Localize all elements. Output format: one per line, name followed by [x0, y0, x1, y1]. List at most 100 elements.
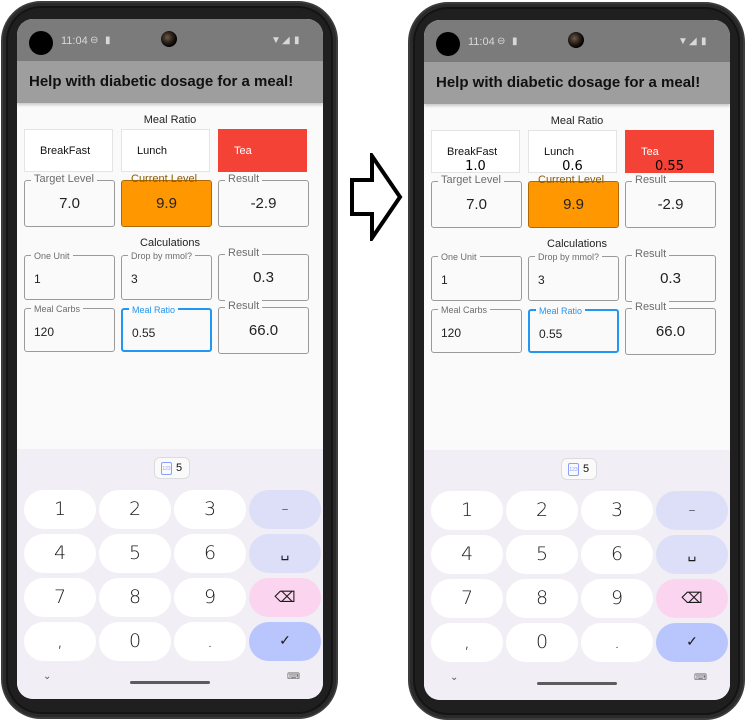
- one-unit-field[interactable]: One Unit 1: [24, 250, 115, 300]
- digit-key-7[interactable]: 7: [24, 578, 96, 617]
- numeric-keyboard: 123 5 1 2 3– 4 5 6 ␣ 7 8 9 ⌫, 0. ✓ ⌄ ⌨: [424, 450, 730, 700]
- field-value: 120: [441, 326, 462, 340]
- digit-key-0[interactable]: 0: [99, 622, 171, 661]
- digit-key-4[interactable]: 4: [24, 534, 96, 573]
- digit-key-7[interactable]: 7: [431, 579, 503, 618]
- current-level-field[interactable]: Current Level 9.9: [528, 174, 619, 228]
- phone-after: 11:04 ⊖ ▮ ▼ ◢ ▮ Help with diabetic dosag…: [408, 2, 745, 720]
- steering-wheel-icon: ⊖: [90, 35, 99, 46]
- phone-screen: 11:04 ⊖ ▮ ▼ ◢ ▮ Help with diabetic dosag…: [424, 20, 730, 700]
- meal-ratio-field[interactable]: Meal Ratio 0.55: [528, 305, 619, 353]
- front-camera-cutout: [29, 31, 53, 55]
- digit-key-2[interactable]: 2: [99, 490, 171, 529]
- camera-lens: [161, 31, 177, 47]
- field-label: Meal Carbs: [31, 303, 84, 316]
- field-value: 0.3: [660, 270, 681, 287]
- digit-key-8[interactable]: 8: [506, 579, 578, 618]
- home-gesture-handle[interactable]: [130, 681, 210, 684]
- minus-key[interactable]: –: [249, 490, 321, 529]
- drop-by-mmol-field[interactable]: Drop by mmol? 3: [528, 251, 619, 301]
- meal-button-lunch[interactable]: Lunch: [121, 129, 210, 172]
- comma-key[interactable]: ,: [431, 623, 503, 662]
- meal-button-tea[interactable]: Tea 0.55: [625, 130, 714, 174]
- status-bar: 11:04 ⊖ ▮ ▼ ◢ ▮: [424, 20, 730, 62]
- meal-carbs-field[interactable]: Meal Carbs 120: [431, 304, 522, 353]
- field-label: Current Level: [538, 174, 605, 186]
- phone-before: 11:04 ⊖ ▮ ▼ ◢ ▮ Help with diabetic dosag…: [1, 1, 338, 719]
- meal-label: BreakFast: [40, 145, 91, 157]
- hide-keyboard-chevron-icon[interactable]: ⌄: [450, 672, 458, 683]
- field-value: -2.9: [250, 195, 277, 212]
- space-key[interactable]: ␣: [249, 534, 321, 573]
- digit-key-0[interactable]: 0: [506, 623, 578, 662]
- app-title: Help with diabetic dosage for a meal!: [29, 73, 294, 90]
- field-label: Result: [225, 173, 263, 186]
- target-level-field[interactable]: Target Level 7.0: [24, 173, 115, 227]
- digit-key-5[interactable]: 5: [99, 534, 171, 573]
- current-level-field[interactable]: Current Level 9.9: [121, 173, 212, 227]
- digit-key-6[interactable]: 6: [581, 535, 653, 574]
- meal-button-lunch[interactable]: Lunch 0.6: [528, 130, 617, 174]
- unit-result-field: Result 0.3: [625, 248, 716, 302]
- space-key[interactable]: ␣: [656, 535, 728, 574]
- field-label: Current Level: [131, 173, 198, 185]
- field-value: 0.55: [539, 327, 563, 341]
- digit-key-5[interactable]: 5: [506, 535, 578, 574]
- comma-key[interactable]: ,: [24, 622, 96, 661]
- clipboard-suggestion-chip[interactable]: 123 5: [561, 458, 597, 480]
- field-label: Drop by mmol?: [128, 250, 196, 263]
- target-level-field[interactable]: Target Level 7.0: [431, 174, 522, 228]
- digit-key-9[interactable]: 9: [174, 578, 246, 617]
- digit-key-3[interactable]: 3: [174, 490, 246, 529]
- done-key[interactable]: ✓: [656, 623, 728, 662]
- status-time: 11:04: [61, 35, 88, 47]
- digit-key-2[interactable]: 2: [506, 491, 578, 530]
- wifi-icon: ▼: [678, 36, 688, 47]
- carbs-result-field: Result 66.0: [625, 301, 716, 355]
- drop-by-mmol-field[interactable]: Drop by mmol? 3: [121, 250, 212, 300]
- field-value: 3: [131, 272, 138, 286]
- field-label: Target Level: [31, 173, 97, 186]
- keyboard-switch-icon[interactable]: ⌨: [287, 671, 300, 682]
- digit-key-1[interactable]: 1: [431, 491, 503, 530]
- meal-button-breakfast[interactable]: BreakFast 1.0: [431, 130, 520, 174]
- digit-key-1[interactable]: 1: [24, 490, 96, 529]
- field-label: One Unit: [438, 251, 480, 264]
- field-value: 9.9: [156, 195, 177, 212]
- period-key[interactable]: .: [174, 622, 246, 661]
- field-label: Result: [225, 247, 263, 260]
- digit-key-8[interactable]: 8: [99, 578, 171, 617]
- meal-ratio-title: Meal Ratio: [143, 114, 197, 126]
- right-arrow-icon: [350, 153, 403, 241]
- digit-key-9[interactable]: 9: [581, 579, 653, 618]
- status-time: 11:04: [468, 36, 495, 48]
- backspace-key[interactable]: ⌫: [249, 578, 321, 617]
- one-unit-field[interactable]: One Unit 1: [431, 251, 522, 301]
- field-label: Result: [632, 248, 670, 261]
- level-result-field: Result -2.9: [218, 173, 309, 227]
- field-label: Result: [632, 301, 670, 314]
- calculations-title: Calculations: [140, 237, 200, 249]
- keyboard-switch-icon[interactable]: ⌨: [694, 672, 707, 683]
- done-key[interactable]: ✓: [249, 622, 321, 661]
- digit-key-3[interactable]: 3: [581, 491, 653, 530]
- meal-button-tea[interactable]: Tea: [218, 129, 307, 172]
- meal-label: Lunch: [544, 146, 574, 158]
- hide-keyboard-chevron-icon[interactable]: ⌄: [43, 671, 51, 682]
- field-value: 66.0: [655, 323, 686, 340]
- meal-ratio-value: 0.55: [655, 159, 684, 174]
- unit-result-field: Result 0.3: [218, 247, 309, 301]
- clipboard-count: 5: [176, 462, 183, 474]
- signal-icon: ◢: [282, 35, 290, 46]
- field-label: Meal Ratio: [129, 304, 179, 317]
- minus-key[interactable]: –: [656, 491, 728, 530]
- meal-ratio-field[interactable]: Meal Ratio 0.55: [121, 304, 212, 352]
- clipboard-suggestion-chip[interactable]: 123 5: [154, 457, 190, 479]
- backspace-key[interactable]: ⌫: [656, 579, 728, 618]
- meal-carbs-field[interactable]: Meal Carbs 120: [24, 303, 115, 352]
- digit-key-6[interactable]: 6: [174, 534, 246, 573]
- home-gesture-handle[interactable]: [537, 682, 617, 685]
- period-key[interactable]: .: [581, 623, 653, 662]
- meal-button-breakfast[interactable]: BreakFast: [24, 129, 113, 172]
- digit-key-4[interactable]: 4: [431, 535, 503, 574]
